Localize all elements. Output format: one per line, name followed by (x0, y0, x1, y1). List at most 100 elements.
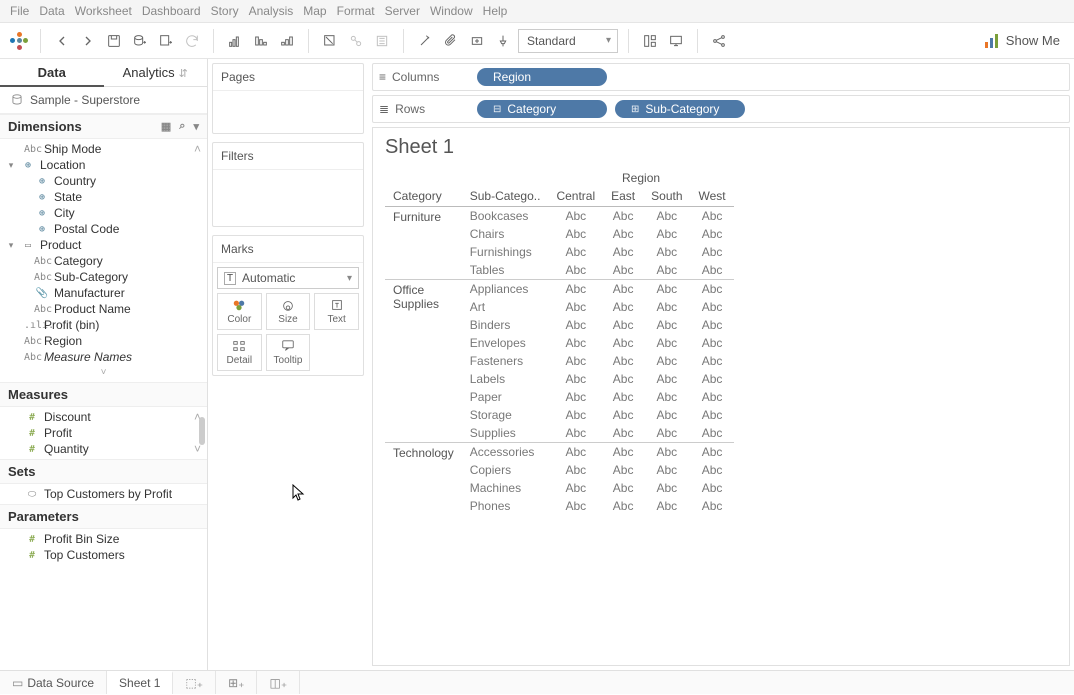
menu-dashboard[interactable]: Dashboard (142, 4, 201, 18)
columns-icon: ≡ (379, 70, 386, 84)
rows-shelf[interactable]: ≣Rows ⊟Category ⊞Sub-Category (372, 95, 1070, 123)
filters-card[interactable]: Filters (212, 142, 364, 227)
tab-analytics[interactable]: Analytics⇵ (104, 59, 208, 86)
search-icon[interactable]: ⌕ (179, 120, 185, 133)
sheet-canvas[interactable]: Sheet 1 RegionCategorySub-Catego..Centra… (372, 127, 1070, 666)
scrollbar-thumb[interactable] (199, 417, 205, 445)
menu-format[interactable]: Format (337, 4, 375, 18)
menu-file[interactable]: File (10, 4, 29, 18)
view-icon[interactable]: ▦ (161, 120, 171, 133)
param-topcustomers[interactable]: #Top Customers (0, 547, 207, 563)
pill-region[interactable]: Region (477, 68, 607, 86)
sets-header: Sets (0, 459, 207, 484)
attach-icon[interactable] (440, 30, 462, 52)
size-icon (281, 298, 295, 312)
tab-data[interactable]: Data (0, 59, 104, 86)
refresh-icon[interactable] (181, 30, 203, 52)
new-worksheet-button[interactable]: ⬚₊ (173, 671, 216, 694)
color-icon (232, 298, 246, 312)
sort-asc-icon[interactable] (250, 30, 272, 52)
label-icon[interactable] (466, 30, 488, 52)
dim-manufacturer[interactable]: 📎Manufacturer (0, 285, 207, 301)
marks-color-button[interactable]: Color (217, 293, 262, 330)
totals-icon[interactable] (371, 30, 393, 52)
presentation-icon[interactable] (665, 30, 687, 52)
meas-profit[interactable]: #Profit (0, 425, 207, 441)
datasource-label: Sample - Superstore (30, 93, 140, 107)
datasource-icon (10, 93, 24, 107)
sort-desc-icon[interactable] (276, 30, 298, 52)
dimensions-header: Dimensions ▦⌕▾ (0, 114, 207, 139)
pages-card[interactable]: Pages (212, 63, 364, 134)
menu-window[interactable]: Window (430, 4, 473, 18)
highlight-icon[interactable] (319, 30, 341, 52)
sheet-title[interactable]: Sheet 1 (385, 136, 1057, 159)
dim-state[interactable]: ⊕State (0, 189, 207, 205)
menu-help[interactable]: Help (483, 4, 508, 18)
dim-postal[interactable]: ⊕Postal Code (0, 221, 207, 237)
forward-icon[interactable] (77, 30, 99, 52)
new-story-button[interactable]: ◫₊ (257, 671, 300, 694)
tooltip-icon (281, 339, 295, 353)
hierarchy-icon: ⊟ (493, 104, 501, 115)
showme-icon (984, 33, 1000, 49)
scroll-down-icon[interactable]: ˅ (0, 365, 207, 380)
crosstab: RegionCategorySub-Catego..CentralEastSou… (385, 169, 734, 515)
tab-sheet1[interactable]: Sheet 1 (107, 671, 173, 694)
menu-analysis[interactable]: Analysis (249, 4, 294, 18)
marks-size-button[interactable]: Size (266, 293, 311, 330)
detail-icon (232, 339, 246, 353)
tab-datasource[interactable]: ▭Data Source (0, 671, 107, 694)
dim-profitbin[interactable]: .ılı.Profit (bin) (0, 317, 207, 333)
marks-detail-button[interactable]: Detail (217, 334, 262, 371)
dim-measurenames[interactable]: AbcMeasure Names (0, 349, 207, 365)
menu-story[interactable]: Story (211, 4, 239, 18)
new-sheet-icon[interactable] (155, 30, 177, 52)
save-icon[interactable] (103, 30, 125, 52)
set-topcust[interactable]: ⬭Top Customers by Profit (0, 486, 207, 502)
menu-server[interactable]: Server (385, 4, 420, 18)
dim-country[interactable]: ⊕Country (0, 173, 207, 189)
param-profitbinsize[interactable]: #Profit Bin Size (0, 531, 207, 547)
group-icon[interactable] (345, 30, 367, 52)
swap-icon[interactable] (224, 30, 246, 52)
marks-text-button[interactable]: Text (314, 293, 359, 330)
menu-data[interactable]: Data (39, 4, 64, 18)
show-me-button[interactable]: Show Me (978, 33, 1066, 49)
menu-icon[interactable]: ▾ (193, 120, 199, 133)
dim-category[interactable]: AbcCategory (0, 253, 207, 269)
parameters-header: Parameters (0, 504, 207, 529)
columns-shelf[interactable]: ≡Columns Region (372, 63, 1070, 91)
new-dashboard-icon: ⊞₊ (228, 676, 244, 690)
marker-icon[interactable] (414, 30, 436, 52)
meas-discount[interactable]: #Discount˄ (0, 409, 207, 425)
dim-region[interactable]: AbcRegion (0, 333, 207, 349)
dim-product[interactable]: ▾▭Product (0, 237, 207, 253)
new-data-icon[interactable] (129, 30, 151, 52)
fit-select[interactable]: Standard (518, 29, 618, 53)
pill-category[interactable]: ⊟Category (477, 100, 607, 118)
dim-city[interactable]: ⊕City (0, 205, 207, 221)
marks-type-select[interactable]: TAutomatic (217, 267, 359, 289)
tableau-logo-icon[interactable] (8, 30, 30, 52)
menu-map[interactable]: Map (303, 4, 326, 18)
viz-area: ≡Columns Region ≣Rows ⊟Category ⊞Sub-Cat… (368, 59, 1074, 670)
share-icon[interactable] (708, 30, 730, 52)
marks-tooltip-button[interactable]: Tooltip (266, 334, 311, 371)
cards-icon[interactable] (639, 30, 661, 52)
meas-quantity[interactable]: #Quantity˅ (0, 441, 207, 457)
new-story-icon: ◫₊ (269, 676, 287, 690)
pin-icon[interactable] (492, 30, 514, 52)
toolbar: Standard Show Me (0, 23, 1074, 59)
dim-subcategory[interactable]: AbcSub-Category (0, 269, 207, 285)
back-icon[interactable] (51, 30, 73, 52)
text-icon (330, 298, 344, 312)
dim-productname[interactable]: AbcProduct Name (0, 301, 207, 317)
datasource-row[interactable]: Sample - Superstore (0, 87, 207, 114)
rows-icon: ≣ (379, 102, 389, 116)
pill-subcategory[interactable]: ⊞Sub-Category (615, 100, 745, 118)
dim-location[interactable]: ▾⊕Location (0, 157, 207, 173)
new-dashboard-button[interactable]: ⊞₊ (216, 671, 257, 694)
dim-ship-mode[interactable]: AbcShip Mode˄ (0, 141, 207, 157)
menu-worksheet[interactable]: Worksheet (75, 4, 132, 18)
